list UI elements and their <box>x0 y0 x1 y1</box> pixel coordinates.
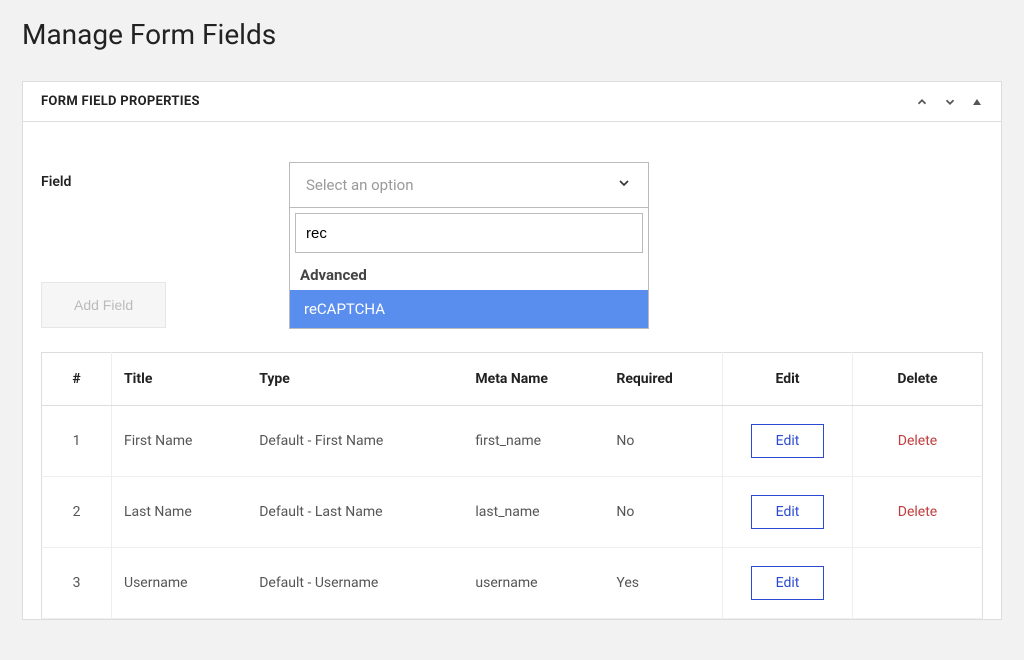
table-row: 1First NameDefault - First Namefirst_nam… <box>42 406 983 477</box>
cell-title: First Name <box>112 406 248 477</box>
col-header-type: Type <box>247 353 463 406</box>
panel-header-controls <box>915 95 983 109</box>
field-select-toggle[interactable]: Select an option <box>289 162 649 208</box>
collapse-triangle-icon[interactable] <box>971 96 983 108</box>
chevron-down-icon <box>616 175 632 195</box>
cell-meta: last_name <box>463 477 604 548</box>
cell-required: No <box>604 406 722 477</box>
table-row: 3UsernameDefault - UsernameusernameYes Ed… <box>42 548 983 619</box>
panel-header: FORM FIELD PROPERTIES <box>23 82 1001 122</box>
cell-edit: Edit <box>723 406 853 477</box>
select-option-recaptcha[interactable]: reCAPTCHA <box>290 290 648 328</box>
cell-num: 3 <box>42 548 112 619</box>
cell-title: Last Name <box>112 477 248 548</box>
cell-num: 2 <box>42 477 112 548</box>
edit-button[interactable]: Edit <box>751 424 825 458</box>
select-search-input[interactable] <box>295 213 643 253</box>
delete-link[interactable]: Delete <box>898 433 937 449</box>
cell-type: Default - Last Name <box>247 477 463 548</box>
cell-required: No <box>604 477 722 548</box>
delete-link[interactable]: Delete <box>898 504 937 520</box>
form-fields-table: # Title Type Meta Name Required Edit Del… <box>41 352 983 619</box>
cell-type: Default - First Name <box>247 406 463 477</box>
cell-type: Default - Username <box>247 548 463 619</box>
chevron-down-icon[interactable] <box>943 95 957 109</box>
cell-delete: Delete <box>853 406 983 477</box>
select-dropdown: Advanced reCAPTCHA <box>289 208 649 329</box>
col-header-meta: Meta Name <box>463 353 604 406</box>
col-header-title: Title <box>112 353 248 406</box>
cell-title: Username <box>112 548 248 619</box>
cell-delete: Delete <box>853 477 983 548</box>
select-placeholder: Select an option <box>306 176 413 194</box>
page-title: Manage Form Fields <box>0 0 1024 81</box>
col-header-required: Required <box>604 353 722 406</box>
col-header-edit: Edit <box>723 353 853 406</box>
form-field-properties-panel: FORM FIELD PROPERTIES Field Select an op… <box>22 81 1002 620</box>
col-header-num: # <box>42 353 112 406</box>
field-select: Select an option Advanced reCAPTCHA <box>289 162 649 208</box>
col-header-delete: Delete <box>853 353 983 406</box>
panel-title: FORM FIELD PROPERTIES <box>41 94 200 109</box>
panel-body: Field Select an option Advanced reCAPTCH… <box>23 122 1001 619</box>
cell-edit: Edit <box>723 548 853 619</box>
cell-meta: username <box>463 548 604 619</box>
edit-button[interactable]: Edit <box>751 566 825 600</box>
cell-delete <box>853 548 983 619</box>
cell-required: Yes <box>604 548 722 619</box>
table-row: 2Last NameDefault - Last Namelast_nameNo… <box>42 477 983 548</box>
cell-edit: Edit <box>723 477 853 548</box>
add-field-button[interactable]: Add Field <box>41 282 166 328</box>
cell-num: 1 <box>42 406 112 477</box>
chevron-up-icon[interactable] <box>915 95 929 109</box>
select-group-label: Advanced <box>290 258 648 290</box>
field-selector-row: Field Select an option Advanced reCAPTCH… <box>41 162 983 208</box>
edit-button[interactable]: Edit <box>751 495 825 529</box>
field-label: Field <box>41 162 289 190</box>
cell-meta: first_name <box>463 406 604 477</box>
table-header-row: # Title Type Meta Name Required Edit Del… <box>42 353 983 406</box>
